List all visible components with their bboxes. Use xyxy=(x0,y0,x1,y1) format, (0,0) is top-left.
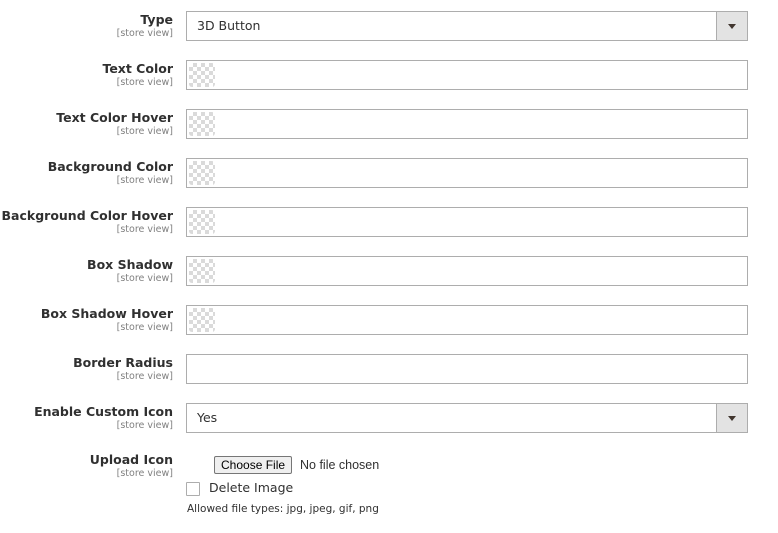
background-color-hover-input[interactable] xyxy=(186,207,748,237)
box-shadow-hover-input[interactable] xyxy=(186,305,748,335)
field-label-text-color-hover: Text Color Hover [store view] xyxy=(56,110,173,138)
box-shadow-input[interactable] xyxy=(186,256,748,286)
scope-text: [store view] xyxy=(116,126,173,137)
type-select-toggle[interactable] xyxy=(716,12,747,40)
color-swatch-icon[interactable] xyxy=(189,308,215,332)
choose-file-button[interactable]: Choose File xyxy=(214,456,293,474)
color-swatch-icon[interactable] xyxy=(189,210,215,234)
color-swatch-icon[interactable] xyxy=(189,259,215,283)
label-text: Background Color Hover xyxy=(1,208,173,223)
enable-custom-icon-select[interactable]: Yes xyxy=(186,403,748,433)
field-label-box-shadow-hover: Box Shadow Hover [store view] xyxy=(41,306,173,334)
color-swatch-icon[interactable] xyxy=(189,161,215,185)
label-text: Background Color xyxy=(47,159,173,174)
label-text: Border Radius xyxy=(73,355,173,370)
allowed-file-types-note: Allowed file types: jpg, jpeg, gif, png xyxy=(187,503,379,515)
label-text: Text Color xyxy=(102,61,173,76)
label-text: Enable Custom Icon xyxy=(34,404,173,419)
chevron-down-icon xyxy=(728,24,736,29)
enable-custom-icon-toggle[interactable] xyxy=(716,404,747,432)
scope-text: [store view] xyxy=(116,322,173,333)
text-color-input[interactable] xyxy=(186,60,748,90)
scope-text: [store view] xyxy=(116,175,173,186)
field-label-background-color: Background Color [store view] xyxy=(48,159,173,187)
scope-text: [store view] xyxy=(116,224,173,235)
color-swatch-icon[interactable] xyxy=(189,112,215,136)
scope-text: [store view] xyxy=(116,77,173,88)
color-swatch-icon[interactable] xyxy=(189,63,215,87)
label-text: Box Shadow Hover xyxy=(40,306,173,321)
delete-image-label[interactable]: Delete Image xyxy=(209,480,293,496)
field-label-background-color-hover: Background Color Hover [store view] xyxy=(2,208,173,236)
field-label-text-color: Text Color [store view] xyxy=(102,61,173,89)
label-text: Upload Icon xyxy=(89,452,173,467)
scope-text: [store view] xyxy=(116,371,173,382)
field-label-upload-icon: Upload Icon [store view] xyxy=(90,452,173,480)
scope-text: [store view] xyxy=(116,420,173,431)
type-select[interactable]: 3D Button xyxy=(186,11,748,41)
label-text: Type xyxy=(140,12,173,27)
text-color-hover-input[interactable] xyxy=(186,109,748,139)
delete-image-checkbox[interactable] xyxy=(186,482,200,496)
field-label-box-shadow: Box Shadow [store view] xyxy=(87,257,173,285)
enable-custom-icon-value: Yes xyxy=(197,410,218,425)
label-text: Text Color Hover xyxy=(56,110,173,125)
file-status-text: No file chosen xyxy=(300,458,380,472)
field-label-border-radius: Border Radius [store view] xyxy=(73,355,173,383)
field-label-type: Type [store view] xyxy=(117,12,173,40)
scope-text: [store view] xyxy=(116,28,173,39)
background-color-input[interactable] xyxy=(186,158,748,188)
scope-text: [store view] xyxy=(116,468,173,479)
border-radius-input[interactable] xyxy=(186,354,748,384)
type-select-value: 3D Button xyxy=(197,18,261,33)
chevron-down-icon xyxy=(728,416,736,421)
scope-text: [store view] xyxy=(116,273,173,284)
field-label-enable-custom-icon: Enable Custom Icon [store view] xyxy=(34,404,173,432)
label-text: Box Shadow xyxy=(87,257,173,272)
